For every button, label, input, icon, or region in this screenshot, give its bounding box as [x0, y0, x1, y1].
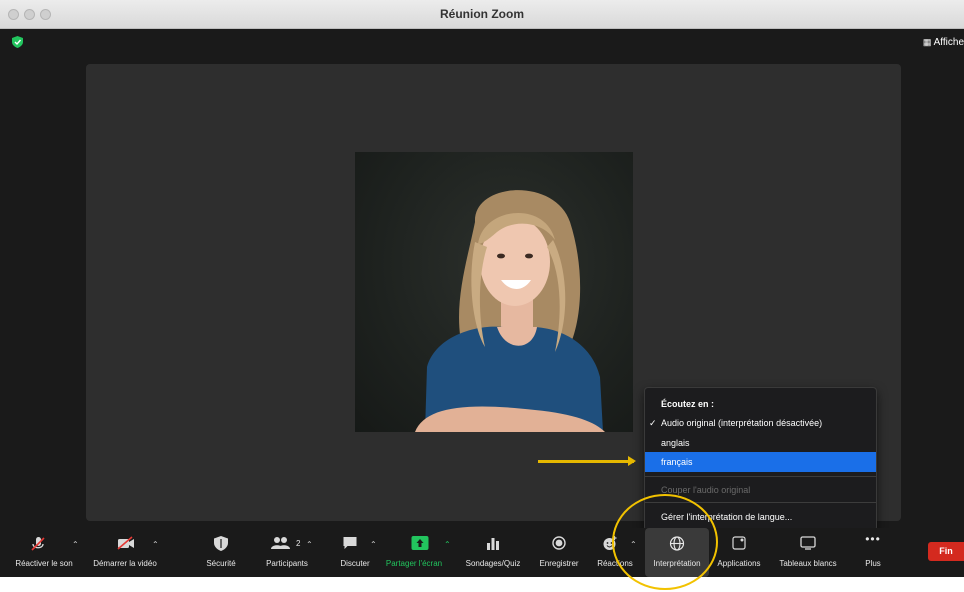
menu-header: Écoutez en : — [661, 399, 715, 409]
whiteboard-icon — [800, 536, 816, 550]
unmute-label: Réactiver le son — [15, 559, 73, 568]
window-title: Réunion Zoom — [440, 7, 524, 21]
share-screen-icon — [411, 536, 429, 550]
unmute-button[interactable]: ⌃ Réactiver le son — [6, 528, 82, 577]
globe-icon — [669, 536, 685, 551]
video-camera-off-icon — [117, 536, 134, 550]
menu-divider — [645, 502, 876, 503]
menu-divider — [645, 476, 876, 477]
polls-button[interactable]: Sondages/Quiz — [460, 528, 526, 577]
reactions-button[interactable]: ⌃ Réactions — [592, 528, 638, 577]
reactions-label: Réactions — [597, 559, 633, 568]
interpretation-menu: Écoutez en : ✓ Audio original (interprét… — [644, 387, 877, 531]
title-bar: Réunion Zoom — [0, 0, 964, 29]
whiteboards-label: Tableaux blancs — [779, 559, 837, 568]
whiteboards-button[interactable]: Tableaux blancs — [772, 528, 844, 577]
more-dots-icon: ••• — [865, 532, 881, 546]
security-button[interactable]: Sécurité — [196, 528, 246, 577]
video-options-caret-icon[interactable]: ⌃ — [152, 540, 159, 549]
menu-item-original-audio[interactable]: ✓ Audio original (interprétation désacti… — [645, 413, 876, 433]
zoom-window: Réunion Zoom ▦ Affiche Écoutez en: ✓ Au… — [0, 0, 964, 577]
more-label: Plus — [865, 559, 881, 568]
record-icon — [552, 536, 566, 550]
start-video-label: Démarrer la vidéo — [93, 559, 157, 568]
interpretation-label: Interprétation — [653, 559, 701, 568]
view-button[interactable]: ▦ Affiche — [923, 37, 964, 48]
record-button[interactable]: Enregistrer — [530, 528, 588, 577]
menu-item-mute-original: Couper l'audio original — [661, 485, 751, 495]
start-video-button[interactable]: ⌃ Démarrer la vidéo — [86, 528, 164, 577]
applications-button[interactable]: Applications — [710, 528, 768, 577]
annotation-arrow-line — [538, 460, 634, 463]
menu-item-english[interactable]: anglais — [645, 433, 876, 453]
menu-item-manage-interpretation[interactable]: Gérer l'interprétation de langue... — [645, 507, 876, 527]
menu-item-french[interactable]: français — [645, 452, 876, 472]
menu-item-label: anglais — [661, 438, 690, 448]
participants-label: Participants — [266, 559, 308, 568]
end-meeting-button[interactable]: Fin — [928, 542, 964, 561]
participants-count: 2 — [296, 539, 301, 548]
participant-video — [355, 152, 633, 432]
meeting-toolbar: ⌃ Réactiver le son ⌃ Démarrer la vidéo S… — [0, 528, 964, 577]
security-label: Sécurité — [206, 559, 236, 568]
record-label: Enregistrer — [539, 559, 579, 568]
reactions-caret-icon[interactable]: ⌃ — [630, 540, 637, 549]
grid-icon: ▦ — [922, 37, 932, 47]
bar-chart-icon — [487, 538, 499, 550]
participants-caret-icon[interactable]: ⌃ — [306, 540, 313, 549]
shield-icon — [214, 536, 228, 551]
share-screen-button[interactable]: ⌃ Partager l'écran — [368, 528, 460, 577]
applications-label: Applications — [717, 559, 761, 568]
annotation-arrow-head — [628, 456, 636, 466]
chat-bubble-icon — [343, 537, 357, 549]
menu-item-label: Audio original (interprétation désactivé… — [661, 418, 823, 428]
share-caret-icon[interactable]: ⌃ — [444, 540, 451, 549]
microphone-muted-icon — [31, 537, 45, 551]
menu-item-label: français — [661, 457, 693, 467]
checkmark-icon: ✓ — [649, 418, 657, 428]
participant-portrait-image — [415, 190, 605, 432]
more-button[interactable]: ••• Plus — [856, 528, 890, 577]
interpretation-button[interactable]: Interprétation — [645, 528, 709, 577]
share-screen-label: Partager l'écran — [385, 559, 443, 568]
applications-icon — [732, 536, 746, 550]
polls-label: Sondages/Quiz — [465, 559, 521, 568]
participants-button[interactable]: 2 ⌃ Participants — [256, 528, 318, 577]
view-button-label: Affiche — [933, 37, 964, 48]
audio-options-caret-icon[interactable]: ⌃ — [72, 540, 79, 549]
participants-icon — [271, 537, 290, 549]
reactions-emoji-icon — [603, 536, 617, 550]
security-shield-icon[interactable] — [12, 36, 23, 48]
